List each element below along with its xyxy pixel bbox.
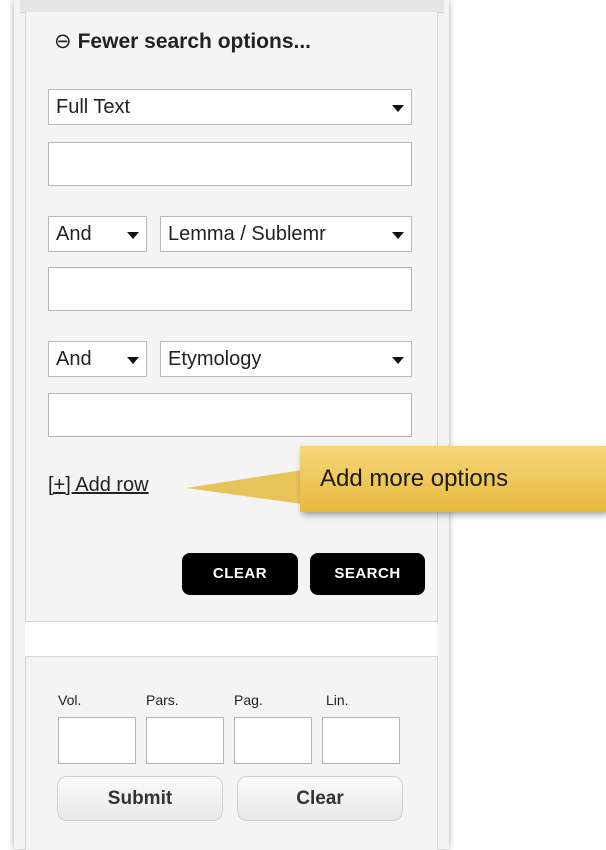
chevron-down-icon — [127, 357, 139, 364]
vol-label: Vol. — [58, 692, 82, 708]
field-select-3-value: Etymology — [168, 348, 262, 370]
clear-search-button[interactable]: CLEAR — [182, 553, 298, 595]
field-select-1-value: Full Text — [56, 96, 131, 118]
field-select-2[interactable]: Lemma / Sublemr — [160, 216, 412, 252]
submit-button[interactable]: Submit — [57, 776, 223, 821]
field-select-3[interactable]: Etymology — [160, 341, 412, 377]
operator-select-3-value: And — [56, 348, 92, 370]
advanced-search-panel: ⊖ Fewer search options... Full Text And L… — [25, 12, 438, 622]
chevron-down-icon — [392, 105, 404, 112]
citation-panel: Vol. Pars. Pag. Lin. Submit Clear — [25, 656, 438, 850]
lin-label: Lin. — [326, 692, 349, 708]
clear-citation-button[interactable]: Clear — [237, 776, 403, 821]
fewer-options-toggle[interactable]: ⊖ Fewer search options... — [54, 29, 311, 54]
field-select-2-value: Lemma / Sublemr — [168, 223, 326, 245]
pag-input[interactable] — [234, 717, 312, 764]
collapse-icon: ⊖ — [54, 30, 72, 53]
lin-input[interactable] — [322, 717, 400, 764]
tooltip-callout: Add more options — [300, 446, 606, 512]
add-row-link[interactable]: [+] Add row — [48, 474, 149, 497]
search-button[interactable]: SEARCH — [310, 553, 425, 595]
search-input-2[interactable] — [48, 267, 412, 311]
pars-label: Pars. — [146, 692, 179, 708]
field-select-1[interactable]: Full Text — [48, 89, 412, 125]
operator-select-2-value: And — [56, 223, 92, 245]
pag-label: Pag. — [234, 692, 263, 708]
chevron-down-icon — [392, 357, 404, 364]
panel-gap — [25, 622, 437, 656]
pars-input[interactable] — [146, 717, 224, 764]
operator-select-2[interactable]: And — [48, 216, 147, 252]
chevron-down-icon — [392, 232, 404, 239]
search-input-3[interactable] — [48, 393, 412, 437]
chevron-down-icon — [127, 232, 139, 239]
operator-select-3[interactable]: And — [48, 341, 147, 377]
fewer-options-label: Fewer search options... — [77, 30, 312, 53]
vol-input[interactable] — [58, 717, 136, 764]
search-input-1[interactable] — [48, 142, 412, 186]
